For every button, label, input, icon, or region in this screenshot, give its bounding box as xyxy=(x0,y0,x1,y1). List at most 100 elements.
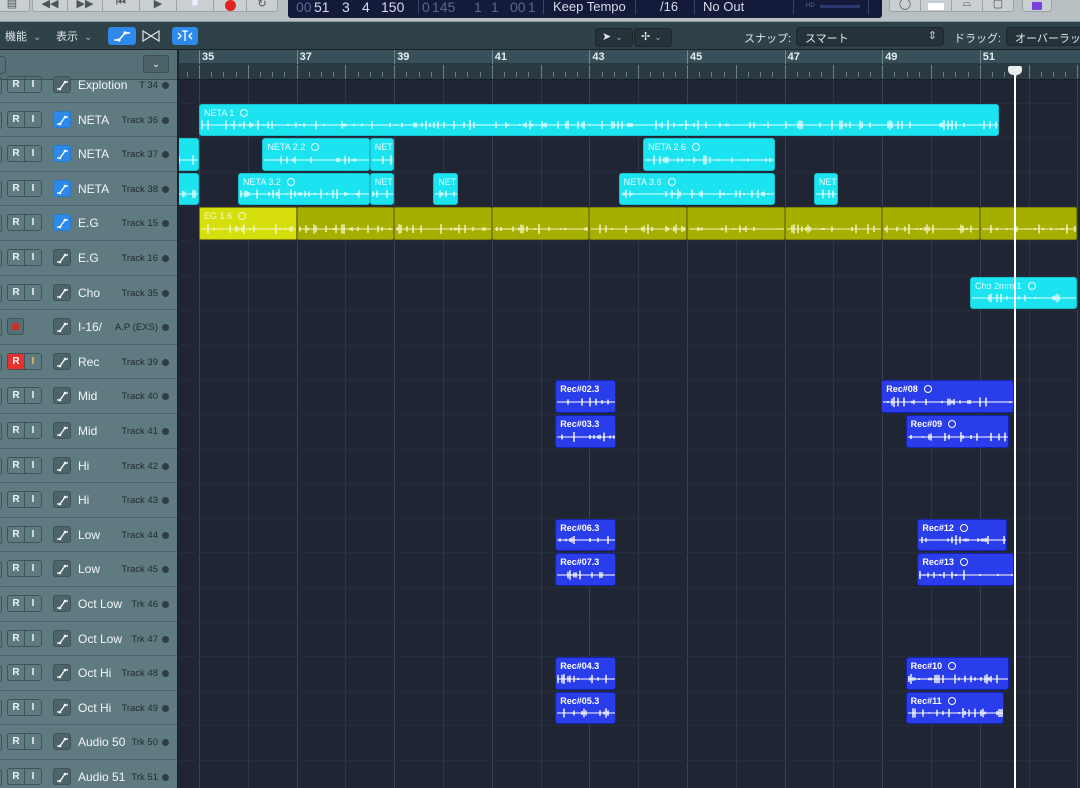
lcd-display[interactable]: 00 51 3 4 150 0 145 1 1 00 1 Keep Tempo … xyxy=(288,0,882,18)
input-monitor-button[interactable]: I xyxy=(24,77,41,92)
stop-button[interactable]: ■ xyxy=(176,0,214,12)
audio-region[interactable]: NETA 2.2 xyxy=(262,138,370,171)
audio-region[interactable]: NETA 3.6 xyxy=(618,172,775,206)
automation-button[interactable] xyxy=(53,491,71,509)
audio-region[interactable]: Rec#05.3 xyxy=(555,691,617,725)
mute-solo-edge[interactable] xyxy=(0,250,2,267)
audio-region[interactable]: Rec#08 xyxy=(881,380,1014,413)
track-name[interactable]: Oct Low xyxy=(78,632,122,646)
track-name[interactable]: Oct Hi xyxy=(78,666,111,680)
automation-button[interactable] xyxy=(53,387,71,405)
notepad-button[interactable] xyxy=(920,0,952,12)
record-enable-button[interactable]: R xyxy=(8,769,24,784)
track-header[interactable]: R I Audio 50 Trk 50 xyxy=(0,725,177,760)
automation-button[interactable] xyxy=(53,110,71,128)
audio-region[interactable] xyxy=(979,207,1078,240)
mute-solo-edge[interactable] xyxy=(0,596,2,613)
record-enable-button[interactable]: R xyxy=(8,181,24,196)
mute-solo-edge[interactable] xyxy=(0,457,2,475)
tuner-button[interactable] xyxy=(1022,0,1052,12)
automation-button[interactable] xyxy=(53,733,71,751)
track-header[interactable]: R I Low Track 45 xyxy=(0,552,177,587)
go-to-start-button[interactable]: ⏮ xyxy=(102,0,140,12)
input-monitor-button[interactable]: I xyxy=(24,388,41,404)
track-name[interactable]: NETA xyxy=(78,113,109,127)
audio-region[interactable]: Rec#07.3 xyxy=(555,553,617,586)
input-monitor-button[interactable]: I xyxy=(24,665,41,681)
menu-view[interactable]: 表示 ⌄ xyxy=(56,28,92,44)
track-name[interactable]: Hi xyxy=(78,459,89,473)
mute-solo-edge[interactable] xyxy=(0,284,2,302)
audio-region[interactable] xyxy=(491,207,590,240)
left-click-tool-select[interactable]: ➤ ⌄ xyxy=(595,28,633,47)
audio-region[interactable]: Rec#04.3 xyxy=(555,657,617,690)
input-monitor-button[interactable]: I xyxy=(24,250,41,265)
audio-region[interactable]: Rec#03.3 xyxy=(555,415,617,448)
track-name[interactable]: Oct Hi xyxy=(78,701,111,715)
record-enable-button[interactable]: R xyxy=(8,77,24,92)
automation-button[interactable] xyxy=(53,283,71,301)
mute-solo-edge[interactable] xyxy=(0,146,2,164)
automation-button[interactable] xyxy=(53,595,71,612)
play-button[interactable]: ▶ xyxy=(139,0,177,12)
input-monitor-button[interactable]: I xyxy=(24,180,41,196)
record-enable-button[interactable]: R xyxy=(8,631,24,646)
track-header[interactable]: R I Mid Track 40 xyxy=(0,379,177,414)
media-browser-button[interactable]: ▢ xyxy=(982,0,1014,12)
input-monitor-button[interactable]: I xyxy=(24,492,41,508)
record-enable-button[interactable]: R xyxy=(8,561,24,576)
audio-region[interactable] xyxy=(882,207,980,240)
metronome-button[interactable]: ◯ xyxy=(889,0,921,12)
automation-button[interactable] xyxy=(53,249,71,266)
flex-toggle-button[interactable] xyxy=(138,27,164,45)
fast-forward-button[interactable]: ▶▶ xyxy=(67,0,103,12)
track-name[interactable]: Oct Low xyxy=(78,597,122,611)
automation-button[interactable] xyxy=(53,664,71,682)
audio-region[interactable]: Rec#06.3 xyxy=(555,518,617,552)
mute-solo-edge[interactable] xyxy=(0,423,2,440)
cycle-button[interactable]: ↻ xyxy=(246,0,278,12)
audio-region[interactable]: Cho 2mm 1 xyxy=(970,276,1078,310)
mute-solo-edge[interactable] xyxy=(0,699,2,717)
record-enable-button[interactable]: R xyxy=(8,492,24,507)
track-name[interactable]: Audio 51 xyxy=(78,770,125,784)
record-enable-button[interactable]: R xyxy=(8,596,24,611)
input-monitor-button[interactable]: I xyxy=(24,423,41,438)
track-name[interactable]: E.G xyxy=(78,216,99,230)
mute-solo-edge[interactable] xyxy=(0,215,2,233)
automation-button[interactable] xyxy=(53,560,71,578)
drag-select[interactable]: オーバーラップ xyxy=(1006,27,1080,46)
audio-region[interactable]: NETA 3.2 xyxy=(238,172,370,206)
record-enable-button[interactable]: R xyxy=(8,527,24,542)
input-monitor-button[interactable]: I xyxy=(24,699,41,715)
track-name[interactable]: Low xyxy=(78,528,100,542)
mute-solo-edge[interactable] xyxy=(0,734,2,752)
record-button[interactable] xyxy=(213,0,247,12)
audio-region[interactable] xyxy=(296,207,395,240)
mute-solo-edge[interactable] xyxy=(0,353,2,371)
record-enable-button[interactable]: R xyxy=(8,734,24,749)
audio-region[interactable]: Rec#11 xyxy=(905,691,1005,725)
mute-solo-edge[interactable] xyxy=(0,561,2,579)
lcd-division[interactable]: /16 xyxy=(660,0,678,14)
input-monitor-button[interactable]: I xyxy=(24,561,41,577)
audio-region[interactable]: NET xyxy=(369,138,395,171)
automation-toggle-button[interactable] xyxy=(108,27,136,45)
record-enable-button[interactable]: R xyxy=(8,388,24,403)
track-header[interactable]: R I Oct Hi Track 49 xyxy=(0,691,177,726)
audio-region[interactable] xyxy=(687,207,785,240)
track-header[interactable]: R I E.G Track 15 xyxy=(0,206,177,241)
mute-solo-edge[interactable] xyxy=(0,665,2,683)
audio-region[interactable]: NET xyxy=(813,172,839,206)
audio-region[interactable]: NET xyxy=(369,172,395,206)
input-monitor-button[interactable]: I xyxy=(24,630,41,646)
audio-region[interactable]: EG 1.6 xyxy=(199,207,297,240)
input-monitor-button[interactable]: I xyxy=(24,769,41,784)
track-header[interactable]: R I Hi Track 43 xyxy=(0,483,177,518)
input-monitor-button[interactable]: I xyxy=(24,111,41,127)
track-header[interactable]: R I Rec Track 39 xyxy=(0,345,177,380)
track-name[interactable]: Mid xyxy=(78,389,97,403)
library-button[interactable]: ▤ xyxy=(0,0,30,12)
automation-button[interactable] xyxy=(53,352,71,370)
audio-region[interactable]: NETA 2.6 xyxy=(643,138,775,171)
